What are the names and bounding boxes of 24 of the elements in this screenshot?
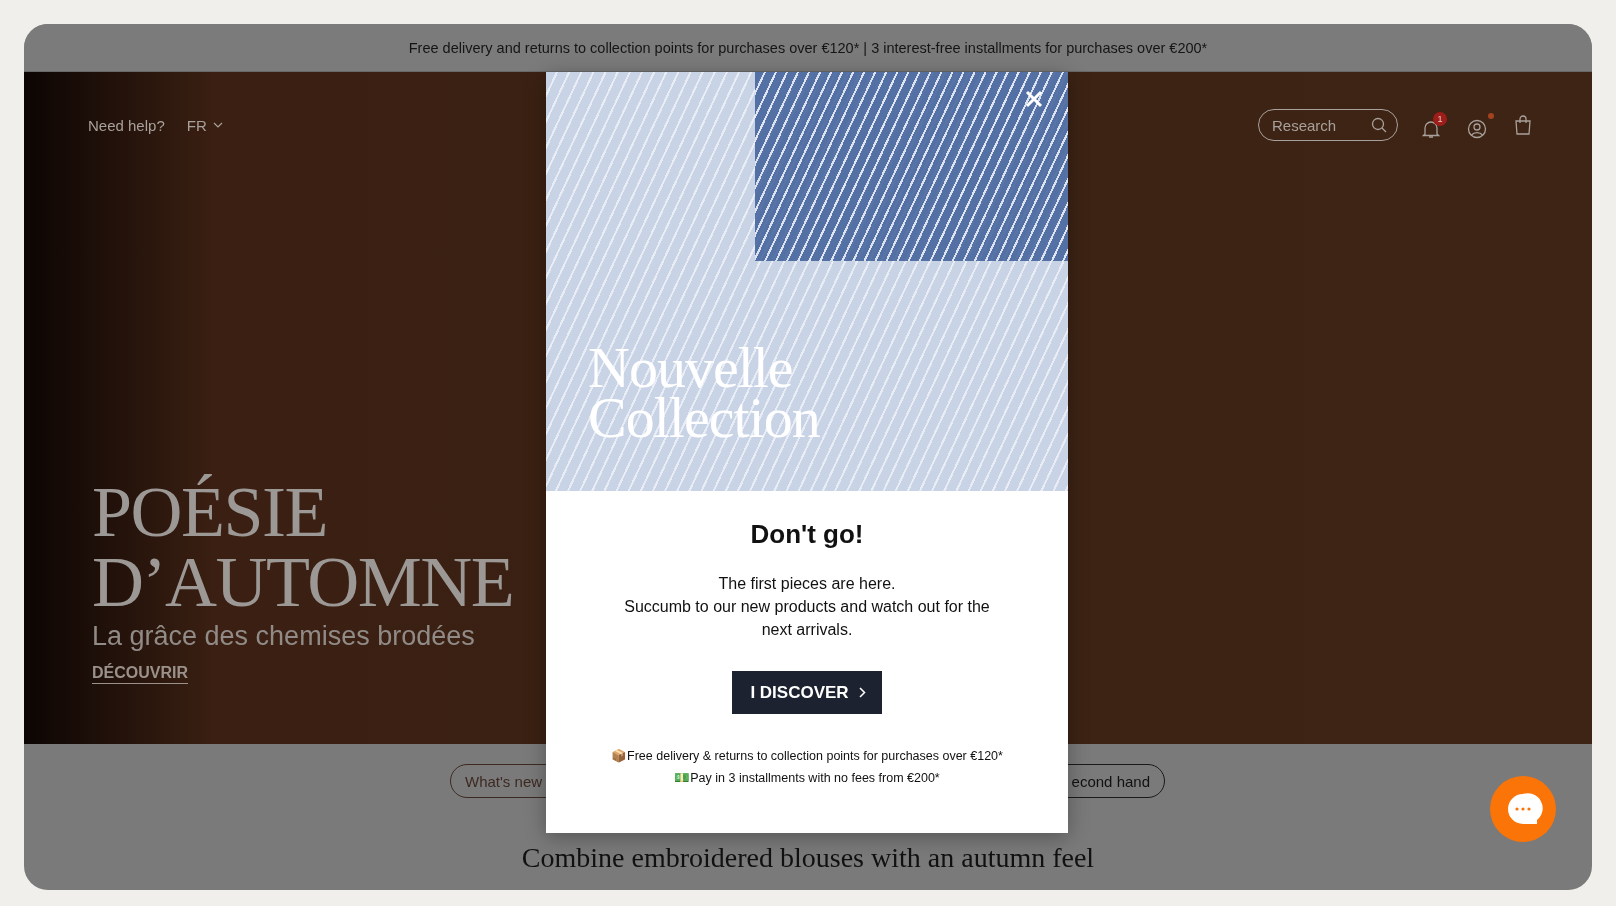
announcement-text: Free delivery and returns to collection points for purchases over €120* | 3 interest-free installments for purchases over €200*	[408, 39, 1208, 56]
shopping-bag-icon[interactable]	[1514, 115, 1532, 135]
perk-text: 💵Pay in 3 installments with no fees from €200*	[674, 770, 940, 785]
popup-text: The first pieces are here.	[717, 574, 897, 594]
hero-title: D’AUTOMNE	[92, 547, 514, 617]
language-selector[interactable]: FR	[186, 116, 223, 134]
notification-button[interactable]: 1	[1422, 111, 1447, 139]
popup-text: Succumb to our new products and watch out for the next arrivals.	[623, 597, 991, 640]
discover-link[interactable]: DÉCOUVRIR	[92, 664, 188, 682]
search-icon	[1371, 117, 1387, 133]
account-button[interactable]	[1467, 111, 1494, 139]
hero-subtitle: La grâce des chemises brodées	[92, 621, 475, 652]
perk-text: 📦Free delivery & returns to collection points for purchases over €120*	[611, 748, 1003, 763]
popup-title: Don't go!	[750, 519, 864, 550]
chat-button[interactable]	[1490, 776, 1556, 842]
section-heading: Combine embroidered blouses with an autumn feel	[520, 842, 1096, 874]
bell-icon	[1422, 118, 1440, 139]
chevron-down-icon	[212, 122, 223, 128]
user-icon	[1467, 118, 1487, 139]
close-icon[interactable]	[1024, 89, 1044, 109]
help-link[interactable]: Need help?	[88, 116, 165, 134]
chevron-right-icon	[858, 687, 866, 698]
search-field[interactable]: Research	[1258, 109, 1398, 141]
discover-button[interactable]: I DISCOVER	[732, 671, 882, 714]
